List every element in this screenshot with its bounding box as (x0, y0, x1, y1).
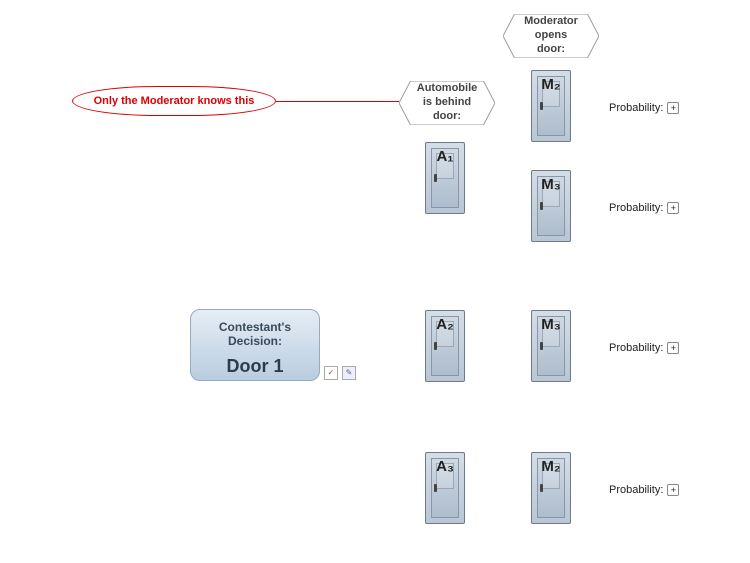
probability-row3: Probability: + (609, 342, 679, 354)
expand-icon[interactable]: + (667, 102, 679, 114)
note-connector (276, 101, 399, 102)
door-a1: A₁ (425, 142, 465, 214)
expand-icon[interactable]: + (667, 202, 679, 214)
door-m2-row4: M₂ (531, 452, 571, 524)
expand-icon[interactable]: + (667, 342, 679, 354)
probability-row1: Probability: + (609, 102, 679, 114)
checkbox-icon[interactable]: ✓ (324, 366, 338, 380)
door-m3-row3: M₃ (531, 310, 571, 382)
contestant-decision: Contestant'sDecision: Door 1 (190, 309, 320, 381)
moderator-note: Only the Moderator knows this (72, 86, 276, 116)
probability-row4: Probability: + (609, 484, 679, 496)
door-m2-row1: M₂ (531, 70, 571, 142)
probability-row2: Probability: + (609, 202, 679, 214)
expand-icon[interactable]: + (667, 484, 679, 496)
decision-icons: ✓ ✎ (324, 366, 356, 380)
door-m3-row2: M₃ (531, 170, 571, 242)
edit-icon[interactable]: ✎ (342, 366, 356, 380)
door-a2: A₂ (425, 310, 465, 382)
header-moderator: Moderatoropensdoor: (503, 14, 599, 58)
decision-choice: Door 1 (197, 356, 313, 377)
header-automobile: Automobileis behinddoor: (399, 81, 495, 125)
decision-title: Contestant'sDecision: (197, 320, 313, 348)
door-a3: A₃ (425, 452, 465, 524)
